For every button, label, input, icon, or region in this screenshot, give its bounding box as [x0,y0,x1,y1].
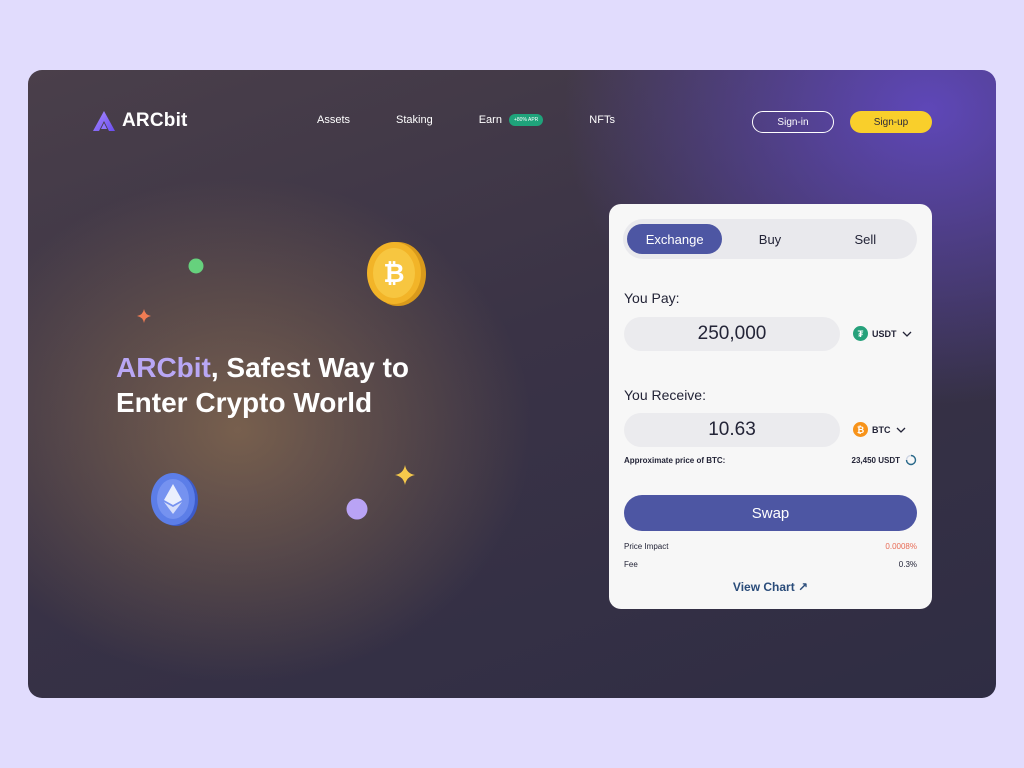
fee-row: Fee 0.3% [624,560,917,569]
price-impact-row: Price Impact 0.0008% [624,542,917,551]
green-dot-icon [188,258,204,274]
price-impact-label: Price Impact [624,542,669,551]
exchange-tabs: Exchange Buy Sell [623,219,917,259]
logo-text: ARCbit [122,110,188,131]
receive-token-label: BTC [872,424,891,435]
orange-sparkle-icon [137,309,151,323]
svg-text:₿: ₿ [383,259,404,289]
nav-label: Earn [478,114,502,126]
receive-label: You Receive: [624,387,706,403]
hero-accent: ARCbit [116,352,211,383]
usdt-icon: ₮ [853,326,868,341]
receive-token-select[interactable]: ₿ BTC [853,422,907,437]
approx-price-row: Approximate price of BTC: 23,450 USDT [624,454,917,466]
yellow-sparkle-icon [395,465,415,485]
logo[interactable]: ARCbit [92,110,188,132]
tab-buy[interactable]: Buy [722,224,817,254]
pay-label: You Pay: [624,290,680,306]
purple-dot-icon [346,498,368,520]
signin-button[interactable]: Sign-in [752,111,834,133]
fee-value: 0.3% [898,560,917,569]
refresh-icon[interactable] [905,454,917,466]
chevron-down-icon [896,427,905,433]
apr-badge: +80% APR [508,114,544,126]
nav-item-assets[interactable]: Assets [317,114,350,126]
price-impact-value: 0.0008% [885,542,917,551]
chevron-down-icon [902,331,911,337]
approx-price-label: Approximate price of BTC: [624,455,726,465]
nav-item-earn[interactable]: Earn +80% APR [479,114,544,126]
ethereum-coin-icon [151,473,198,526]
main-nav: Assets Staking Earn +80% APR NFTs [317,114,661,126]
approx-price-value: 23,450 USDT [851,455,900,465]
pay-token-label: USDT [872,328,897,339]
arcbit-logo-icon [93,111,115,131]
receive-amount-input[interactable]: 10.63 [624,413,840,447]
bitcoin-coin-icon: ₿ [367,242,426,306]
nav-label: Staking [396,114,433,126]
exchange-card: Exchange Buy Sell You Pay: 250,000 ₮ USD… [609,204,932,609]
view-chart-link[interactable]: View Chart ↗ [609,580,932,594]
tab-sell[interactable]: Sell [818,224,913,254]
fee-label: Fee [624,560,638,569]
pay-amount-input[interactable]: 250,000 [624,317,840,351]
nav-item-nfts[interactable]: NFTs [589,114,615,126]
hero-headline: ARCbit, Safest Way to Enter Crypto World [116,350,446,420]
tab-exchange[interactable]: Exchange [627,224,723,254]
nav-label: NFTs [589,114,615,126]
btc-icon: ₿ [853,422,868,437]
nav-item-staking[interactable]: Staking [396,114,433,126]
swap-button[interactable]: Swap [624,495,917,531]
nav-label: Assets [317,114,351,126]
pay-token-select[interactable]: ₮ USDT [853,326,913,341]
hero-frame: ARCbit Assets Staking Earn +80% APR NFTs… [28,70,996,698]
signup-button[interactable]: Sign-up [850,111,932,133]
